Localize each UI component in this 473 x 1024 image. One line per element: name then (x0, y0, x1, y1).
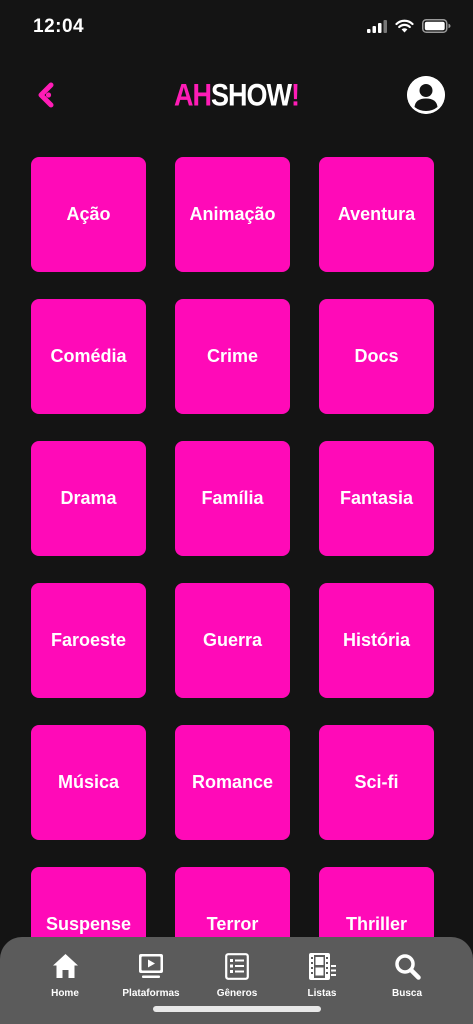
genre-tile[interactable]: Drama (31, 441, 146, 556)
nav-platforms[interactable]: Plataformas (106, 951, 196, 999)
genre-label: Música (57, 772, 120, 792)
genre-tile[interactable]: Faroeste (31, 583, 146, 698)
home-icon (52, 954, 78, 978)
nav-lists-label: Listas (307, 988, 337, 999)
home-indicator (153, 1006, 321, 1012)
wifi-icon (395, 19, 414, 33)
genre-tile[interactable]: Aventura (319, 157, 434, 272)
app-header: AHSHOW! (0, 66, 473, 126)
genre-grid: Ação Animação Aventura Comédia Crime Docs Dram… (31, 157, 434, 982)
signal-icon (367, 19, 387, 33)
genre-label: Animação (189, 204, 276, 224)
battery-icon (422, 19, 451, 33)
logo-show: SHOW (211, 77, 292, 113)
genre-tile[interactable]: Ação (31, 157, 146, 272)
genre-label: Ação (66, 204, 111, 224)
genre-tile[interactable]: Música (31, 725, 146, 840)
genre-tile[interactable]: Crime (175, 299, 290, 414)
tv-icon (139, 954, 163, 978)
genre-label: Guerra (202, 630, 263, 650)
nav-lists[interactable]: Listas (277, 951, 367, 999)
nav-search-label: Busca (391, 988, 422, 999)
genre-tile[interactable]: Docs (319, 299, 434, 414)
genre-label: História (342, 630, 411, 650)
genres-screen: 12:04 AHSHOW! Ação Animação Aventura Com… (0, 0, 473, 1024)
genre-label: Comédia (50, 346, 127, 366)
genre-label: Aventura (337, 204, 416, 224)
profile-button[interactable] (407, 76, 445, 114)
document-list-icon (225, 952, 249, 980)
genre-tile[interactable]: História (319, 583, 434, 698)
nav-home-label: Home (51, 988, 79, 999)
film-strip-icon (308, 952, 336, 980)
genre-label: Romance (191, 772, 274, 792)
status-bar: 12:04 (0, 0, 473, 56)
nav-genres-label: Gêneros (216, 988, 258, 999)
user-avatar-icon (407, 76, 445, 114)
genre-tile[interactable]: Romance (175, 725, 290, 840)
status-time: 12:04 (33, 16, 85, 37)
genre-label: Faroeste (50, 630, 127, 650)
genre-label: Família (201, 488, 264, 508)
genre-tile[interactable]: Sci-fi (319, 725, 434, 840)
nav-platforms-label: Plataformas (122, 988, 180, 999)
nav-search[interactable]: Busca (362, 951, 452, 999)
genre-label: Fantasia (339, 488, 414, 508)
search-icon (394, 953, 421, 980)
nav-genres[interactable]: Gêneros (192, 951, 282, 999)
genre-label: Suspense (45, 914, 132, 934)
genre-label: Drama (60, 488, 117, 508)
genre-label: Terror (206, 914, 259, 934)
genre-label: Docs (354, 346, 399, 366)
logo-ah: AH (174, 77, 212, 113)
genre-tile[interactable]: Família (175, 441, 290, 556)
genre-label: Thriller (345, 914, 407, 934)
genre-tile[interactable]: Comédia (31, 299, 146, 414)
logo-bang: ! (291, 77, 300, 113)
genre-tile[interactable]: Fantasia (319, 441, 434, 556)
genre-tile[interactable]: Guerra (175, 583, 290, 698)
status-icons (367, 19, 451, 33)
app-logo: AHSHOW! (0, 78, 473, 114)
genre-label: Crime (206, 346, 259, 366)
nav-home[interactable]: Home (20, 951, 110, 999)
genre-tile[interactable]: Animação (175, 157, 290, 272)
genre-label: Sci-fi (354, 772, 399, 792)
